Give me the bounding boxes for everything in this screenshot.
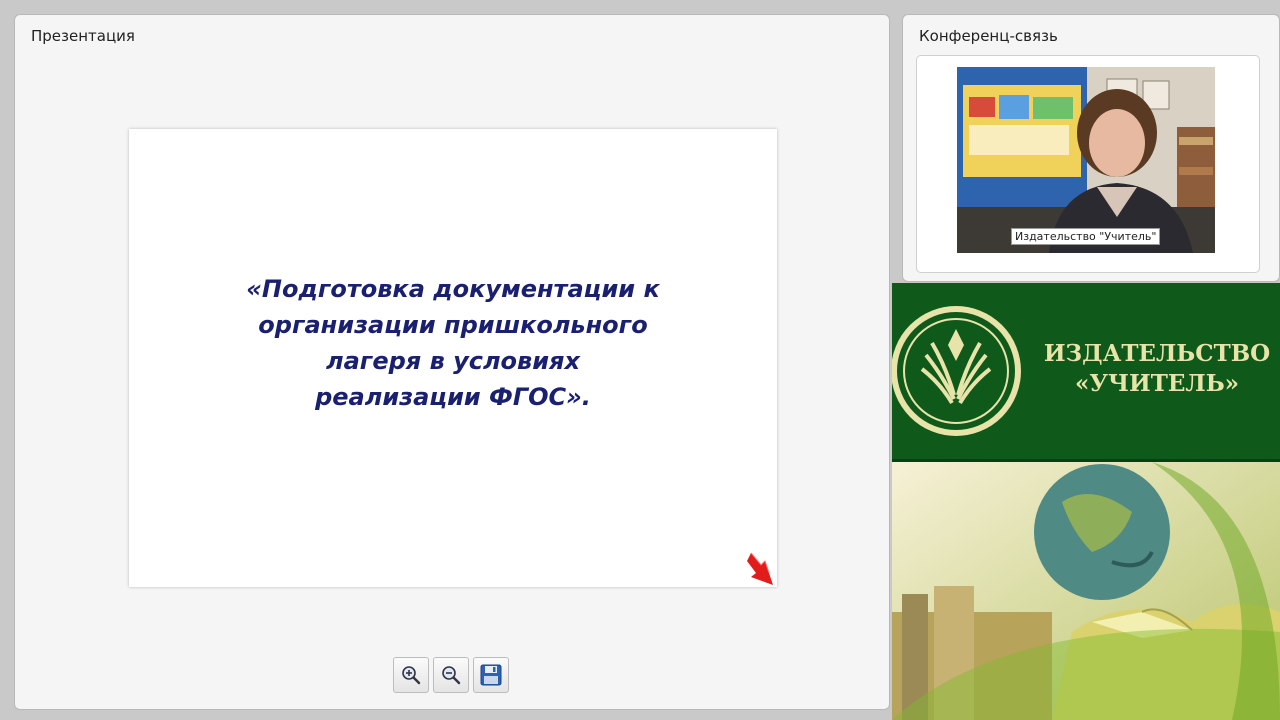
zoom-out-icon [442, 666, 461, 685]
speaker-video-frame [957, 67, 1215, 253]
save-button[interactable] [473, 657, 509, 693]
conference-panel: Конференц-связь Издательство "Учитель" [902, 14, 1280, 282]
video-container: Издательство "Учитель" [916, 55, 1260, 273]
slide-line: реализации ФГОС». [315, 383, 591, 411]
slide-line: организации пришкольного [258, 311, 648, 339]
presentation-toolbar [393, 657, 509, 693]
zoom-in-button[interactable] [393, 657, 429, 693]
slide-title: «Подготовка документации к организации п… [129, 271, 777, 415]
conference-panel-title: Конференц-связь [919, 27, 1058, 45]
books-globe-illustration [892, 462, 1280, 720]
publisher-name-line: ИЗДАТЕЛЬСТВО [1043, 340, 1271, 367]
publisher-name-line: «УЧИТЕЛЬ» [1074, 370, 1240, 397]
slide-line: лагеря в условиях [326, 347, 580, 375]
publisher-logo-icon [892, 306, 1021, 436]
presentation-panel-title: Презентация [31, 27, 135, 45]
presentation-panel: Презентация «Подготовка документации к о… [14, 14, 890, 710]
zoom-in-icon [402, 666, 421, 685]
webcam-video[interactable]: Издательство "Учитель" [957, 67, 1215, 253]
banner-header: ИЗДАТЕЛЬСТВО «УЧИТЕЛЬ» [892, 283, 1280, 462]
next-slide-arrow-icon[interactable] [747, 551, 777, 587]
zoom-out-button[interactable] [433, 657, 469, 693]
participant-name-label: Издательство "Учитель" [1011, 228, 1161, 245]
publisher-banner: ИЗДАТЕЛЬСТВО «УЧИТЕЛЬ» [892, 283, 1280, 720]
slide-line: «Подготовка документации к [246, 275, 660, 303]
slide-viewer: «Подготовка документации к организации п… [129, 129, 777, 587]
publisher-name: ИЗДАТЕЛЬСТВО «УЧИТЕЛЬ» [1042, 339, 1272, 399]
floppy-disk-icon [480, 664, 502, 686]
